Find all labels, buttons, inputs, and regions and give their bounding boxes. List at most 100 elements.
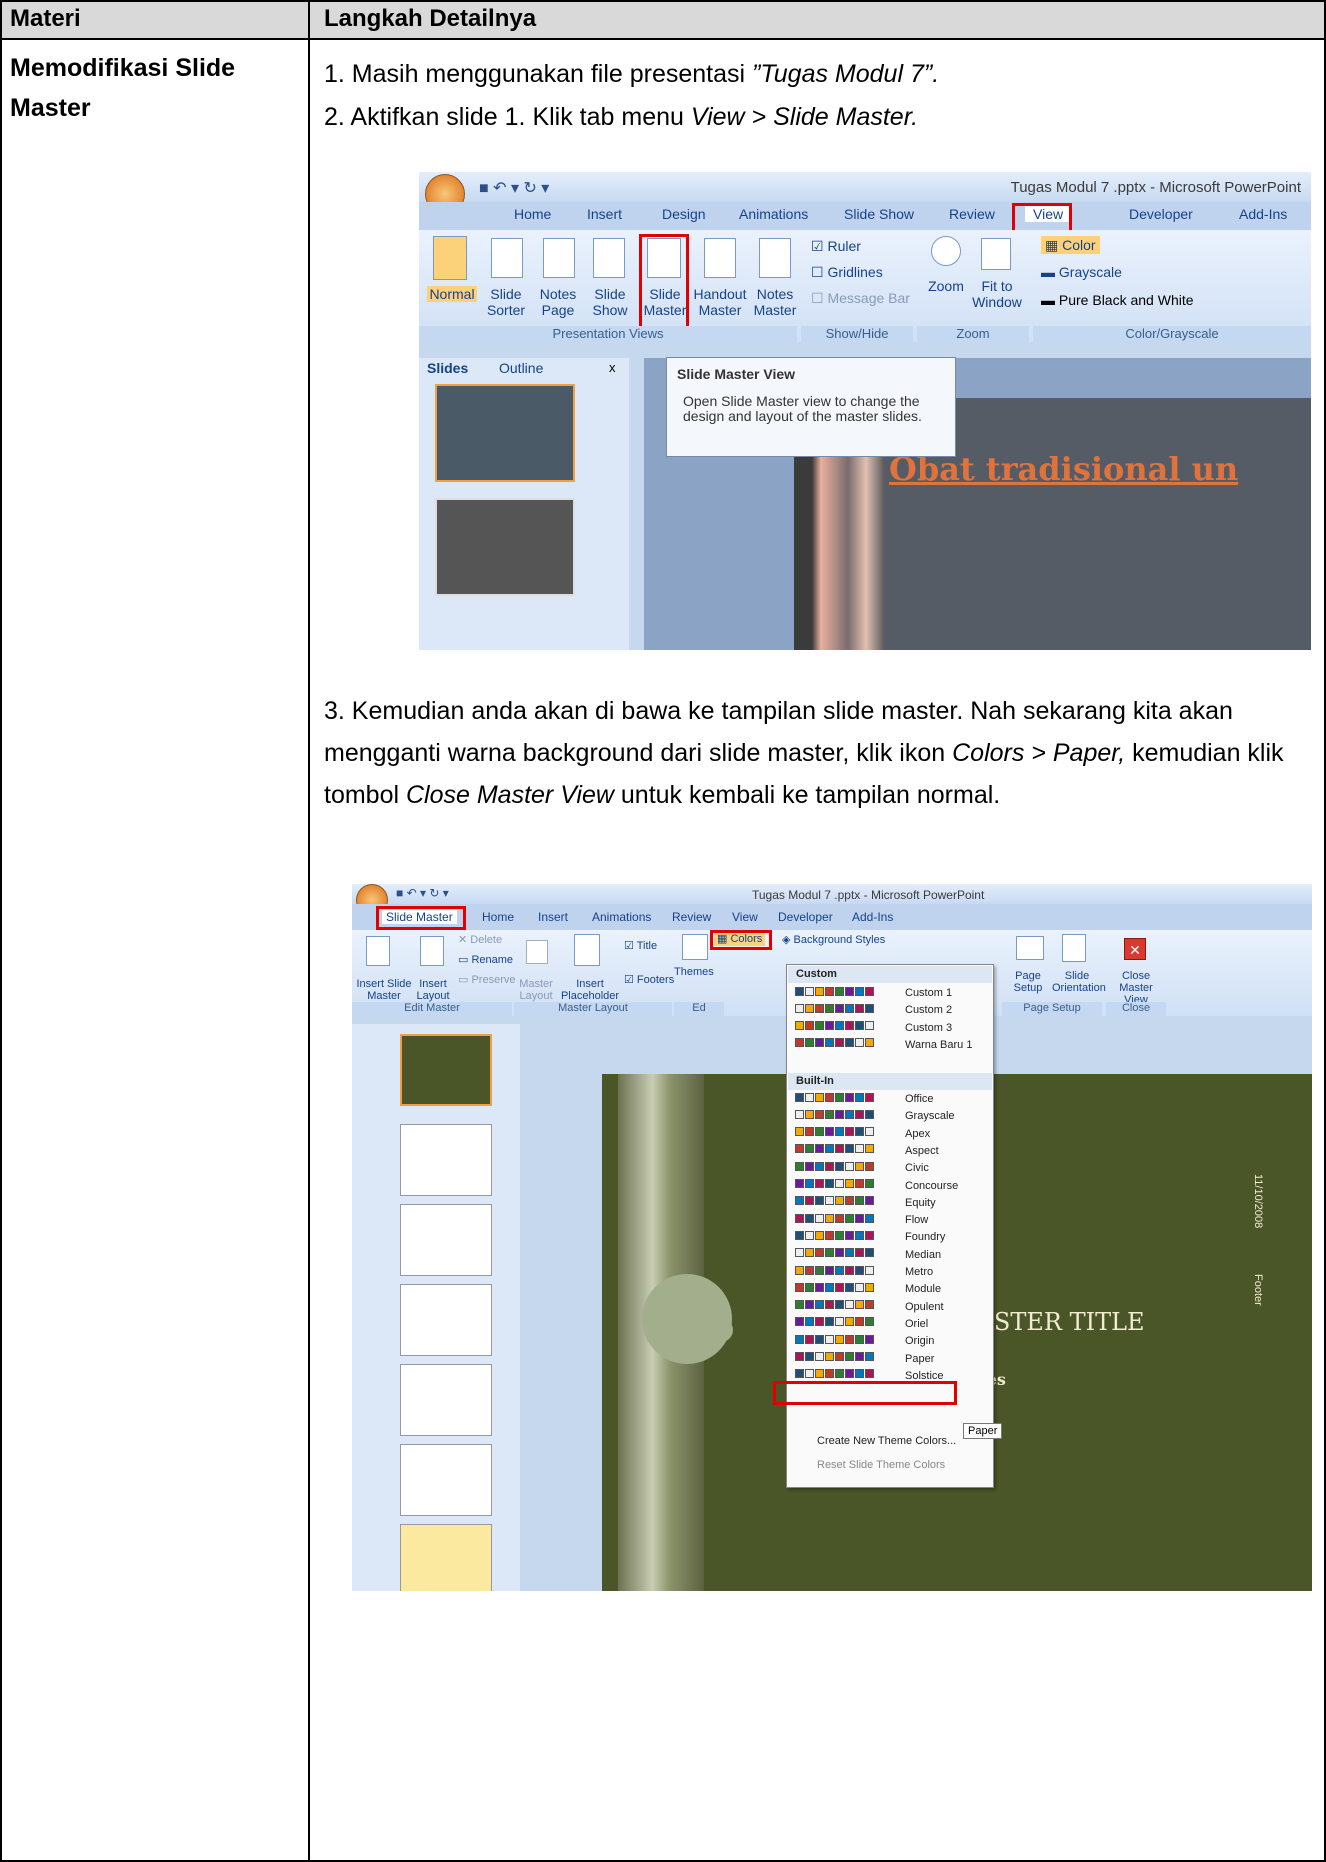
tab-slide-show[interactable]: Slide Show — [844, 206, 914, 222]
slide-orientation-button[interactable]: Slide Orientation — [1052, 970, 1106, 994]
tab-outline[interactable]: Outline — [499, 360, 543, 376]
color-scheme-option[interactable]: Custom 1 — [795, 985, 991, 1002]
color-scheme-option[interactable]: Apex — [795, 1126, 991, 1143]
color-swatch — [865, 1021, 874, 1031]
tab-animations[interactable]: Animations — [739, 206, 808, 222]
color-scheme-option[interactable]: Civic — [795, 1160, 991, 1177]
tab-animations-2[interactable]: Animations — [592, 910, 651, 924]
normal-view-icon[interactable] — [433, 236, 467, 280]
color-scheme-option[interactable]: Office — [795, 1091, 991, 1108]
zoom-icon[interactable] — [931, 236, 961, 266]
insert-layout-button[interactable]: Insert Layout — [412, 978, 454, 1002]
insert-placeholder-icon[interactable] — [574, 934, 600, 966]
slide-sorter-icon[interactable] — [491, 238, 523, 278]
preserve-button[interactable]: ▭ Preserve — [458, 974, 515, 986]
color-scheme-option[interactable]: Custom 3 — [795, 1020, 991, 1037]
rename-button[interactable]: ▭ Rename — [458, 954, 513, 966]
tab-review-2[interactable]: Review — [672, 910, 711, 924]
color-scheme-option[interactable]: Metro — [795, 1264, 991, 1281]
layout-thumb-7[interactable] — [400, 1524, 492, 1591]
tab-add-ins-2[interactable]: Add-Ins — [852, 910, 893, 924]
fit-window-button[interactable]: Fit to Window — [969, 278, 1025, 310]
color-scheme-option[interactable]: Foundry — [795, 1229, 991, 1246]
insert-layout-icon[interactable] — [420, 936, 444, 966]
master-layout-icon[interactable] — [526, 940, 548, 964]
close-master-view-button[interactable]: Close Master View — [1108, 970, 1164, 1006]
title-checkbox[interactable]: ☑ Title — [624, 940, 657, 952]
zoom-button[interactable]: Zoom — [924, 278, 968, 294]
grayscale-button[interactable]: ▬ Grayscale — [1041, 264, 1122, 280]
reset-theme-colors[interactable]: Reset Slide Theme Colors — [817, 1459, 945, 1471]
slide-sorter-button[interactable]: Slide Sorter — [481, 286, 531, 318]
quick-access-icons[interactable]: ■ ↶ ▾ ↻ ▾ — [479, 178, 549, 198]
color-swatch — [815, 1021, 824, 1031]
master-layout-button[interactable]: Master Layout — [514, 978, 558, 1002]
page-setup-icon[interactable] — [1016, 936, 1044, 960]
page-setup-button[interactable]: Page Setup — [1008, 970, 1048, 994]
slide-thumb-1[interactable] — [435, 384, 575, 482]
tab-home[interactable]: Home — [514, 206, 551, 222]
pure-bw-button[interactable]: ▬ Pure Black and White — [1041, 292, 1194, 308]
layout-thumb-2[interactable] — [400, 1124, 492, 1196]
color-button[interactable]: ▦ Color — [1041, 236, 1100, 254]
color-scheme-option[interactable]: Median — [795, 1247, 991, 1264]
tab-add-ins[interactable]: Add-Ins — [1239, 206, 1287, 222]
close-panel-icon[interactable]: x — [609, 360, 616, 375]
tab-developer[interactable]: Developer — [1129, 206, 1193, 222]
layout-thumb-5[interactable] — [400, 1364, 492, 1436]
ruler-checkbox[interactable]: ☑ Ruler — [811, 238, 861, 254]
themes-button[interactable]: Themes — [674, 966, 714, 978]
color-scheme-option[interactable]: Module — [795, 1281, 991, 1298]
create-theme-colors[interactable]: Create New Theme Colors... — [817, 1435, 956, 1447]
tab-slides[interactable]: Slides — [427, 360, 468, 376]
handout-master-icon[interactable] — [704, 238, 736, 278]
tab-insert-2[interactable]: Insert — [538, 910, 568, 924]
themes-icon[interactable] — [682, 934, 708, 960]
slide-thumb-2[interactable] — [435, 498, 575, 596]
color-scheme-option[interactable]: Equity — [795, 1195, 991, 1212]
insert-slide-master-icon[interactable] — [366, 936, 390, 966]
color-scheme-option[interactable]: Grayscale — [795, 1108, 991, 1125]
color-scheme-option[interactable]: Origin — [795, 1333, 991, 1350]
color-scheme-option[interactable]: Concourse — [795, 1178, 991, 1195]
color-scheme-option[interactable]: Aspect — [795, 1143, 991, 1160]
color-swatch — [825, 986, 834, 996]
tab-review[interactable]: Review — [949, 206, 995, 222]
handout-master-button[interactable]: Handout Master — [691, 286, 749, 318]
layout-thumb-3[interactable] — [400, 1204, 492, 1276]
notes-page-icon[interactable] — [543, 238, 575, 278]
close-master-icon[interactable]: ✕ — [1124, 938, 1146, 960]
color-scheme-option[interactable]: Paper — [795, 1351, 991, 1368]
color-scheme-option[interactable]: Flow — [795, 1212, 991, 1229]
color-scheme-option[interactable]: Opulent — [795, 1299, 991, 1316]
slide-show-icon[interactable] — [593, 238, 625, 278]
background-styles-button[interactable]: ◈ Background Styles — [782, 934, 885, 946]
tab-design[interactable]: Design — [662, 206, 706, 222]
tab-home-2[interactable]: Home — [482, 910, 514, 924]
normal-button[interactable]: Normal — [427, 286, 477, 302]
quick-access-icons-2[interactable]: ■ ↶ ▾ ↻ ▾ — [396, 886, 449, 900]
color-scheme-option[interactable]: Custom 2 — [795, 1002, 991, 1019]
delete-button[interactable]: ✕ Delete — [458, 934, 502, 946]
notes-master-icon[interactable] — [759, 238, 791, 278]
layout-thumb-6[interactable] — [400, 1444, 492, 1516]
layout-thumb-4[interactable] — [400, 1284, 492, 1356]
fit-window-icon[interactable] — [981, 238, 1011, 270]
message-bar-checkbox[interactable]: ☐ Message Bar — [811, 290, 910, 306]
insert-slide-master-button[interactable]: Insert Slide Master — [356, 978, 412, 1002]
gridlines-checkbox[interactable]: ☐ Gridlines — [811, 264, 883, 280]
slide-orientation-icon[interactable] — [1062, 934, 1086, 962]
color-swatch — [795, 1248, 804, 1258]
footers-checkbox[interactable]: ☑ Footers — [624, 974, 674, 986]
notes-page-button[interactable]: Notes Page — [533, 286, 583, 318]
tab-view-2[interactable]: View — [732, 910, 758, 924]
color-scheme-label: Custom 1 — [905, 987, 953, 999]
tab-insert[interactable]: Insert — [587, 206, 622, 222]
color-scheme-option[interactable]: Oriel — [795, 1316, 991, 1333]
color-scheme-option[interactable]: Warna Baru 1 — [795, 1037, 991, 1054]
notes-master-button[interactable]: Notes Master — [749, 286, 801, 318]
master-thumb-1[interactable] — [400, 1034, 492, 1106]
tab-developer-2[interactable]: Developer — [778, 910, 833, 924]
insert-placeholder-button[interactable]: Insert Placeholder — [558, 978, 622, 1002]
slide-show-button[interactable]: Slide Show — [585, 286, 635, 318]
